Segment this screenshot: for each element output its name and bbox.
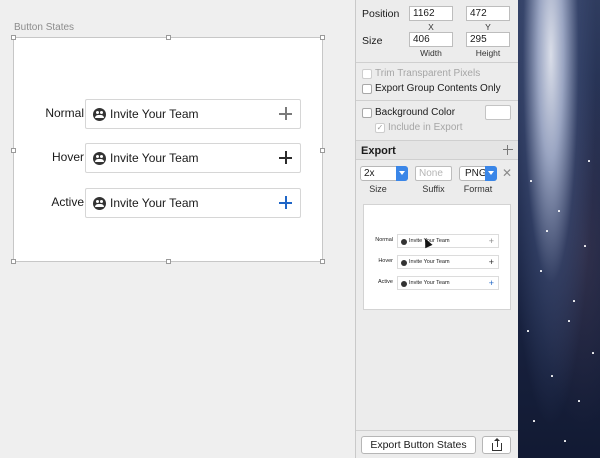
format-sublabel: Format [463, 184, 493, 194]
checkbox[interactable] [362, 84, 372, 94]
artboard-label[interactable]: Button States [14, 22, 74, 33]
x-label: X [428, 22, 434, 32]
divider [356, 62, 519, 63]
suffix-input[interactable]: None [415, 166, 452, 181]
plus-icon: + [488, 236, 494, 246]
share-arrow-icon [492, 438, 501, 447]
remove-export-icon[interactable]: ✕ [502, 167, 512, 179]
checkbox[interactable] [362, 108, 372, 118]
position-x-field[interactable]: 1162 [409, 6, 453, 21]
team-icon [93, 152, 106, 165]
state-label: Normal [45, 106, 84, 120]
export-bar: Export Button States [356, 430, 519, 458]
desktop-wallpaper [518, 0, 600, 458]
width-field[interactable]: 406 [409, 32, 453, 47]
state-row-normal: Normal Invite Your Team [14, 99, 324, 129]
export-title: Export [361, 145, 396, 157]
format-select[interactable]: PNG [459, 166, 497, 181]
export-section-header: Export [356, 140, 519, 160]
size-sublabel: Size [369, 184, 387, 194]
height-field[interactable]: 295 [466, 32, 510, 47]
mini-button: Invite Your Team + [397, 234, 499, 248]
mini-state-label: Active [378, 279, 393, 285]
resize-handle-bottom-right[interactable] [320, 259, 325, 264]
state-row-hover: Hover Invite Your Team [14, 143, 324, 173]
scale-value: 2x [364, 168, 375, 179]
team-icon [93, 108, 106, 121]
resize-handle-bottom-left[interactable] [11, 259, 16, 264]
inspector-panel: Position 1162 472 X Y Size 406 295 Width… [355, 0, 519, 458]
add-export-plus-icon[interactable] [503, 145, 513, 155]
plus-icon [279, 151, 292, 164]
preview-row-active: Active Invite Your Team + [364, 276, 512, 290]
y-label: Y [485, 22, 491, 32]
size-label: Size [362, 35, 383, 47]
export-group-label: Export Group Contents Only [375, 83, 501, 94]
plus-icon [279, 107, 292, 120]
include-in-export-label: Include in Export [388, 122, 463, 133]
export-button[interactable]: Export Button States [361, 436, 476, 454]
invite-team-button-active[interactable]: Invite Your Team [85, 188, 301, 218]
resize-handle-top[interactable] [166, 35, 171, 40]
team-icon [401, 238, 407, 245]
plus-icon [279, 196, 292, 209]
button-label: Invite Your Team [110, 151, 199, 165]
team-icon [93, 197, 106, 210]
checkbox[interactable] [362, 69, 372, 79]
check-icon[interactable]: ✓ [375, 123, 385, 133]
mini-button-label: Invite Your Team [409, 259, 450, 265]
plus-icon: + [488, 257, 494, 267]
mini-state-label: Hover [378, 258, 393, 264]
invite-team-button-normal[interactable]: Invite Your Team [85, 99, 301, 129]
preview-row-normal: Normal Invite Your Team + [364, 234, 512, 248]
state-label: Hover [51, 150, 84, 164]
divider [356, 100, 519, 101]
invite-team-button-hover[interactable]: Invite Your Team [85, 143, 301, 173]
plus-icon: + [488, 278, 494, 288]
team-icon [401, 259, 407, 266]
resize-handle-top-left[interactable] [11, 35, 16, 40]
scale-select[interactable]: 2x [360, 166, 408, 181]
format-value: PNG [465, 168, 487, 179]
mini-state-label: Normal [375, 237, 393, 243]
chevron-down-icon [396, 166, 408, 181]
state-label: Active [51, 195, 84, 209]
button-label: Invite Your Team [110, 107, 199, 121]
button-label: Invite Your Team [110, 196, 199, 210]
share-button[interactable] [482, 436, 511, 454]
mini-button: Invite Your Team + [397, 276, 499, 290]
background-color-label: Background Color [375, 107, 456, 118]
export-preview: Normal Invite Your Team + Hover Invite Y… [363, 204, 511, 310]
resize-handle-bottom[interactable] [166, 259, 171, 264]
background-color-swatch[interactable] [485, 105, 511, 120]
mini-button-label: Invite Your Team [409, 280, 450, 286]
team-icon [401, 280, 407, 287]
position-y-field[interactable]: 472 [466, 6, 510, 21]
resize-handle-top-right[interactable] [320, 35, 325, 40]
state-row-active: Active Invite Your Team [14, 188, 324, 218]
artboard[interactable]: Normal Invite Your Team Hover Invite You… [11, 35, 325, 264]
mini-button: Invite Your Team + [397, 255, 499, 269]
trim-label: Trim Transparent Pixels [375, 68, 481, 79]
preview-row-hover: Hover Invite Your Team + [364, 255, 512, 269]
position-label: Position [362, 8, 400, 20]
height-sublabel: Height [475, 48, 501, 58]
width-sublabel: Width [420, 48, 442, 58]
suffix-sublabel: Suffix [422, 184, 445, 194]
design-canvas[interactable]: Button States Normal Invite Your Team Ho… [0, 0, 355, 458]
chevron-updown-icon [485, 166, 497, 181]
